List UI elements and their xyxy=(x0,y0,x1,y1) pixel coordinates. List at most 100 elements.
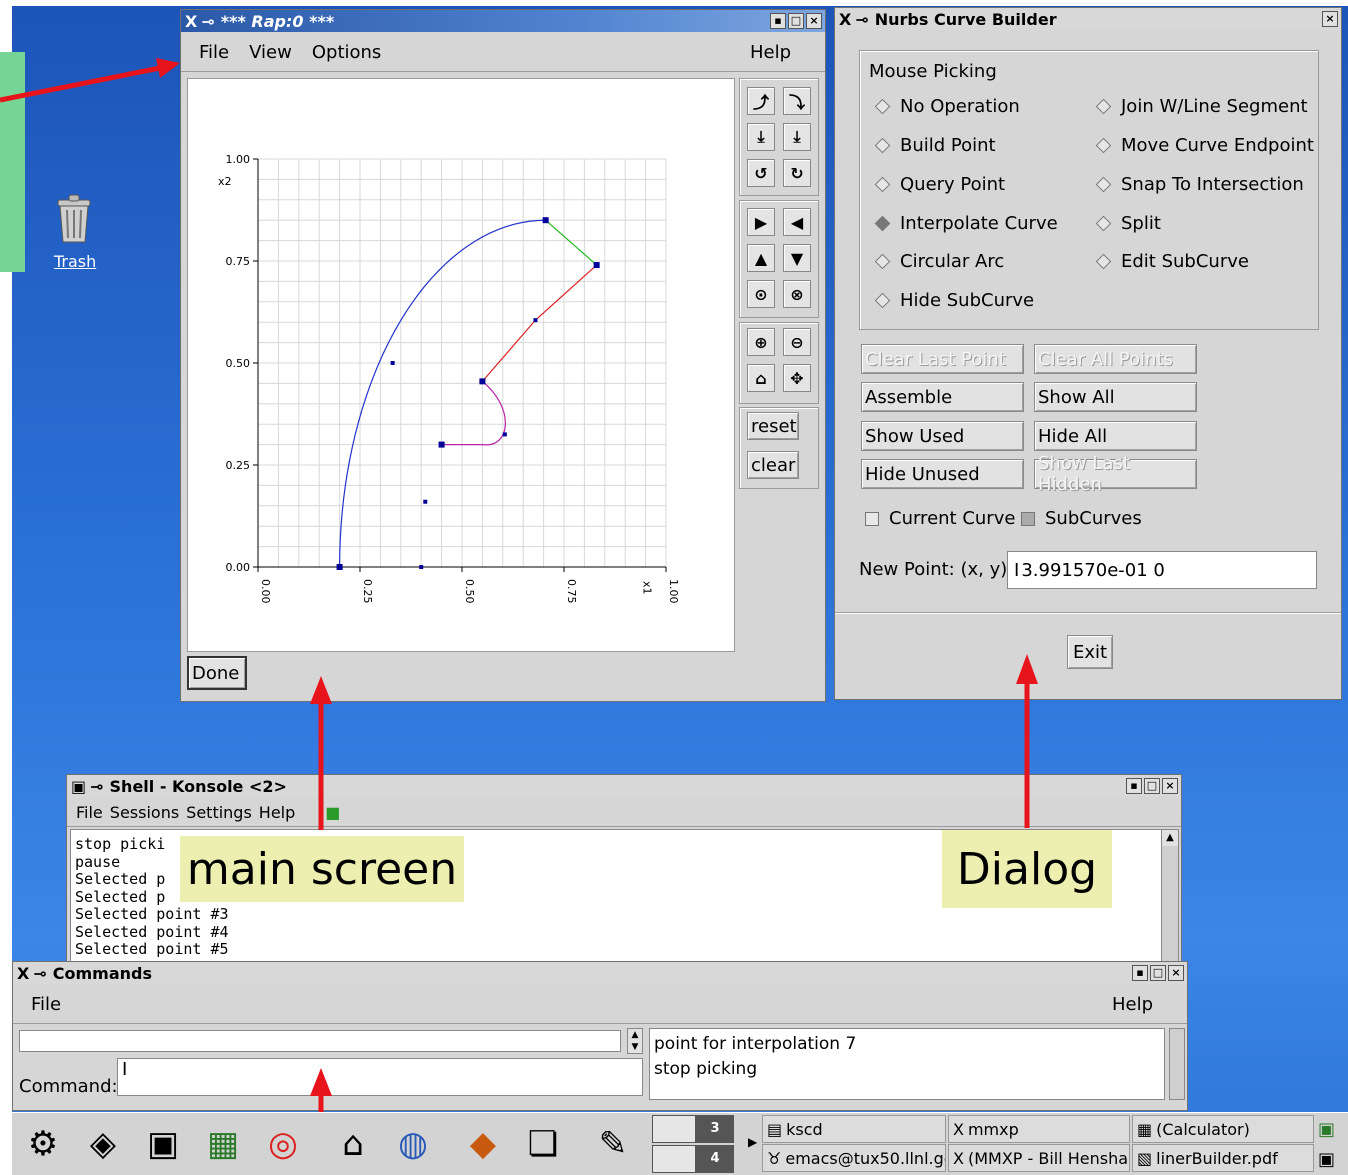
menu-view[interactable]: View xyxy=(249,42,292,63)
systray-icon[interactable]: ▣ xyxy=(1318,1119,1335,1140)
home-folder-icon[interactable]: ⌂ xyxy=(328,1119,378,1169)
radio-split[interactable]: Split xyxy=(1095,213,1161,234)
maximize-button[interactable]: □ xyxy=(1150,965,1166,981)
clear-button[interactable]: clear xyxy=(747,451,799,479)
task-mmxp-bill[interactable]: X (MMXP - Bill Hensha xyxy=(948,1144,1130,1172)
clear-all-points-button[interactable]: Clear All Points xyxy=(1034,344,1197,374)
history-field[interactable] xyxy=(19,1030,621,1052)
home-icon[interactable]: ⌂ xyxy=(747,364,775,392)
pager-desk-1[interactable] xyxy=(652,1115,696,1143)
rotate-right-icon[interactable]: ⤵ xyxy=(783,87,811,115)
undo-icon[interactable]: ↺ xyxy=(747,159,775,187)
move-left-icon[interactable]: ◀ xyxy=(783,208,811,236)
task-emacs[interactable]: ♉ emacs@tux50.llnl.gc xyxy=(762,1144,946,1172)
close-button[interactable]: × xyxy=(1162,778,1178,794)
done-button[interactable]: Done xyxy=(187,656,247,690)
nurbs-titlebar[interactable]: X ⊸ Nurbs Curve Builder × xyxy=(835,8,1341,30)
pager-desk-4[interactable]: 4 xyxy=(696,1145,734,1173)
close-button[interactable]: × xyxy=(1322,11,1338,27)
commands-menu-help[interactable]: Help xyxy=(1112,994,1153,1015)
assemble-button[interactable]: Assemble xyxy=(861,382,1024,412)
move-down-icon[interactable]: ▼ xyxy=(783,244,811,272)
commands-menu-file[interactable]: File xyxy=(31,994,61,1015)
taskbar-expand-icon[interactable]: ▶ xyxy=(748,1135,757,1149)
close-button[interactable]: × xyxy=(1168,965,1184,981)
clear-last-point-button[interactable]: Clear Last Point xyxy=(861,344,1024,374)
close-button[interactable]: × xyxy=(806,13,822,29)
radio-join-line-segment[interactable]: Join W/Line Segment xyxy=(1095,96,1308,117)
commands-titlebar[interactable]: X ⊸ Commands ▪ □ × xyxy=(13,962,1187,984)
command-input[interactable]: I xyxy=(117,1058,643,1096)
rap-titlebar[interactable]: X ⊸ *** Rap:0 *** ▪ □ × xyxy=(181,10,825,32)
subcurves-checkbox[interactable]: SubCurves xyxy=(1021,508,1142,529)
system-monitor-icon[interactable]: ▦ xyxy=(198,1119,248,1169)
show-last-hidden-button[interactable]: Show Last Hidden xyxy=(1034,453,1197,495)
radio-query-point[interactable]: Query Point xyxy=(874,174,1005,195)
minimize-button[interactable]: ▪ xyxy=(770,13,786,29)
task-pdf[interactable]: ▧ linerBuilder.pdf xyxy=(1132,1144,1314,1172)
konsole-titlebar[interactable]: ▣ ⊸ Shell - Konsole <2> ▪ □ × xyxy=(67,775,1181,797)
radio-move-curve-endpoint[interactable]: Move Curve Endpoint xyxy=(1095,135,1314,156)
center-icon[interactable]: ⊙ xyxy=(747,280,775,308)
cancel-icon[interactable]: ⊗ xyxy=(783,280,811,308)
pan-down-right-icon[interactable]: ⤓ xyxy=(783,123,811,151)
office-icon[interactable]: ◆ xyxy=(458,1119,508,1169)
show-used-button[interactable]: Show Used xyxy=(861,421,1024,451)
menu-file[interactable]: File xyxy=(199,42,229,63)
exit-button[interactable]: Exit xyxy=(1067,635,1113,669)
move-up-icon[interactable]: ▲ xyxy=(747,244,775,272)
radio-snap-to-intersection[interactable]: Snap To Intersection xyxy=(1095,174,1304,195)
konsole-menu-sessions[interactable]: Sessions xyxy=(110,803,179,822)
menu-options[interactable]: Options xyxy=(312,42,381,63)
new-point-input[interactable]: I 3.991570e-01 0 xyxy=(1007,551,1317,589)
help-lifebuoy-icon[interactable]: ◎ xyxy=(258,1119,308,1169)
maximize-button[interactable]: □ xyxy=(1144,778,1160,794)
browser-globe-icon[interactable]: ◍ xyxy=(388,1119,438,1169)
desktop-show-icon[interactable]: ◈ xyxy=(78,1119,128,1169)
systray-screen-icon[interactable]: ▣ xyxy=(1318,1149,1335,1170)
kde-menu-icon[interactable]: ⚙ xyxy=(18,1119,68,1169)
show-all-button[interactable]: Show All xyxy=(1034,382,1197,412)
minimize-button[interactable]: ▪ xyxy=(1132,965,1148,981)
radio-circular-arc[interactable]: Circular Arc xyxy=(874,251,1004,272)
hide-all-button[interactable]: Hide All xyxy=(1034,421,1197,451)
redo-icon[interactable]: ↻ xyxy=(783,159,811,187)
hide-unused-button[interactable]: Hide Unused xyxy=(861,459,1024,489)
radio-edit-subcurve[interactable]: Edit SubCurve xyxy=(1095,251,1249,272)
konsole-menu-help[interactable]: Help xyxy=(259,803,295,822)
zoom-in-icon[interactable]: ⊕ xyxy=(747,328,775,356)
konsole-menu-settings[interactable]: Settings xyxy=(186,803,252,822)
trash-desktop-icon[interactable]: Trash xyxy=(50,192,102,272)
history-stepper[interactable]: ▲ ▼ xyxy=(627,1028,643,1054)
maximize-button[interactable]: □ xyxy=(788,13,804,29)
task-kscd[interactable]: ▤ kscd xyxy=(762,1115,946,1143)
task-mmxp[interactable]: Xmmxp xyxy=(948,1115,1130,1143)
editor-pen-icon[interactable]: ✎ xyxy=(588,1119,638,1169)
radio-interpolate-curve[interactable]: Interpolate Curve xyxy=(874,213,1058,234)
terminal-scrollbar[interactable]: ▲ xyxy=(1161,829,1179,973)
pan-down-left-icon[interactable]: ⤓ xyxy=(747,123,775,151)
commands-title: Commands xyxy=(52,963,152,983)
radio-no-operation[interactable]: No Operation xyxy=(874,96,1020,117)
konsole-menu-file[interactable]: File xyxy=(76,803,103,822)
command-output[interactable]: point for interpolation 7 stop picking xyxy=(649,1028,1165,1100)
task-calculator[interactable]: ▦ (Calculator) xyxy=(1132,1115,1314,1143)
plot-canvas[interactable]: 1.00 0.75 0.50 0.25 0.00 0.00 0.25 0.50 0.75 1.00… xyxy=(187,78,735,652)
minimize-button[interactable]: ▪ xyxy=(1126,778,1142,794)
terminal-launcher-icon[interactable]: ▣ xyxy=(138,1119,188,1169)
image-viewer-icon[interactable]: ❏ xyxy=(518,1119,568,1169)
new-session-icon[interactable]: ■ xyxy=(325,803,340,822)
menu-help[interactable]: Help xyxy=(750,42,791,63)
rotate-left-icon[interactable]: ⤴ xyxy=(747,87,775,115)
output-scrollbar[interactable] xyxy=(1169,1028,1185,1100)
reset-button[interactable]: reset xyxy=(747,412,799,440)
scroll-up-icon[interactable]: ▲ xyxy=(1162,830,1178,846)
pager-desk-3[interactable] xyxy=(652,1145,696,1173)
radio-build-point[interactable]: Build Point xyxy=(874,135,996,156)
radio-hide-subcurve[interactable]: Hide SubCurve xyxy=(874,290,1034,311)
current-curve-checkbox[interactable]: Current Curve xyxy=(865,508,1015,529)
zoom-out-icon[interactable]: ⊖ xyxy=(783,328,811,356)
pager-desk-2[interactable]: 3 xyxy=(696,1115,734,1143)
fit-icon[interactable]: ✥ xyxy=(783,364,811,392)
move-right-icon[interactable]: ▶ xyxy=(747,208,775,236)
